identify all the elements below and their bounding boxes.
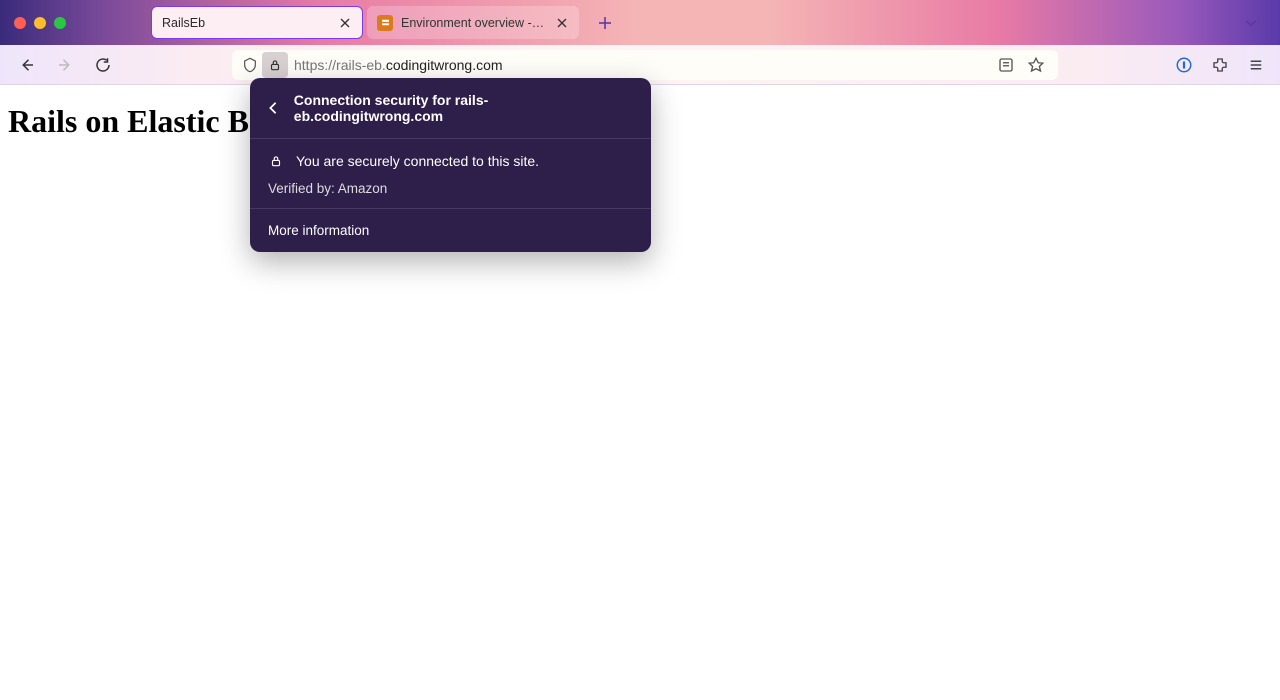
- puzzle-icon: [1211, 56, 1229, 74]
- password-manager-button[interactable]: [1172, 53, 1196, 77]
- panel-back-row[interactable]: Connection security for rails-eb.codingi…: [250, 78, 651, 139]
- secure-connection-row: You are securely connected to this site.: [268, 153, 633, 169]
- forward-arrow-icon: [56, 56, 74, 74]
- bookmark-button[interactable]: [1024, 53, 1048, 77]
- plus-icon: [598, 16, 612, 30]
- tab-inactive[interactable]: Environment overview - events: [367, 6, 579, 39]
- back-arrow-icon: [18, 56, 36, 74]
- url-text: https://rails-eb.codingitwrong.com: [294, 57, 994, 73]
- verified-by-text: Verified by: Amazon: [268, 181, 633, 196]
- tab-active[interactable]: RailsEb: [151, 6, 363, 39]
- onepassword-icon: [1175, 56, 1193, 74]
- window-minimize-button[interactable]: [34, 17, 46, 29]
- chevron-left-icon: [268, 101, 278, 115]
- tabs-overview-button[interactable]: [1234, 9, 1268, 37]
- tab-label: RailsEb: [162, 16, 330, 30]
- back-button[interactable]: [12, 50, 42, 80]
- window-close-button[interactable]: [14, 17, 26, 29]
- hamburger-icon: [1247, 56, 1265, 74]
- more-information-button[interactable]: More information: [250, 209, 651, 252]
- browser-tab-strip: RailsEb Environment overview - events: [0, 0, 1280, 45]
- url-subdomain: rails-eb.: [336, 57, 386, 73]
- panel-lock-icon: [268, 154, 284, 168]
- reload-button[interactable]: [88, 50, 118, 80]
- reader-mode-button[interactable]: [994, 53, 1018, 77]
- window-controls: [14, 17, 66, 29]
- aws-favicon-icon: [377, 15, 393, 31]
- tracking-protection-button[interactable]: [238, 53, 262, 77]
- reload-icon: [94, 56, 112, 74]
- site-identity-button[interactable]: [262, 52, 288, 78]
- close-tab-button[interactable]: [338, 16, 352, 30]
- reader-icon: [997, 56, 1015, 74]
- window-maximize-button[interactable]: [54, 17, 66, 29]
- secure-connection-text: You are securely connected to this site.: [296, 153, 539, 169]
- star-icon: [1027, 56, 1045, 74]
- new-tab-button[interactable]: [591, 9, 619, 37]
- chevron-down-icon: [1244, 16, 1258, 30]
- panel-back-button[interactable]: [268, 101, 284, 115]
- forward-button[interactable]: [50, 50, 80, 80]
- lock-icon: [269, 154, 283, 168]
- url-host: codingitwrong.com: [386, 57, 503, 73]
- close-icon: [557, 18, 567, 28]
- site-identity-panel: Connection security for rails-eb.codingi…: [250, 78, 651, 252]
- toolbar-right: [1172, 53, 1268, 77]
- address-bar[interactable]: https://rails-eb.codingitwrong.com: [232, 50, 1058, 80]
- app-menu-button[interactable]: [1244, 53, 1268, 77]
- shield-icon: [242, 57, 258, 73]
- lock-icon: [268, 58, 282, 72]
- tabs-container: RailsEb Environment overview - events: [151, 0, 1234, 45]
- close-icon: [340, 18, 350, 28]
- close-tab-button[interactable]: [555, 16, 569, 30]
- panel-body: You are securely connected to this site.…: [250, 139, 651, 209]
- url-scheme: https://: [294, 57, 336, 73]
- extensions-button[interactable]: [1208, 53, 1232, 77]
- panel-title: Connection security for rails-eb.codingi…: [294, 92, 633, 124]
- tab-label: Environment overview - events: [401, 16, 547, 30]
